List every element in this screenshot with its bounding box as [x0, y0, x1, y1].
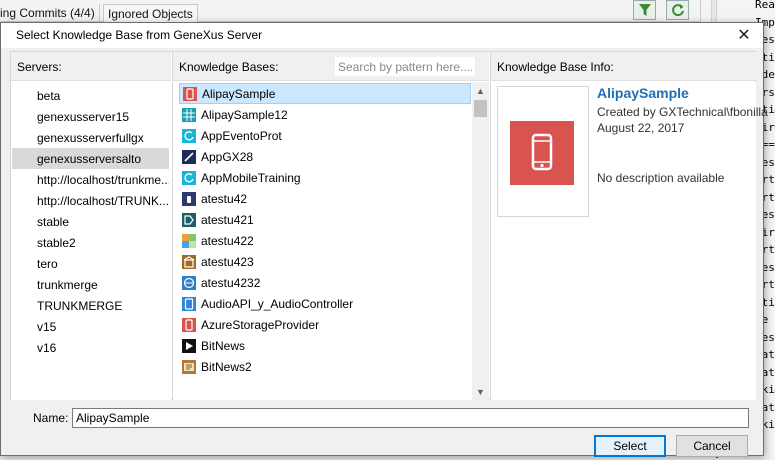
kb-scrollbar[interactable]: ▲ ▼ — [472, 82, 489, 400]
kb-image-tile — [510, 121, 574, 185]
scroll-up-button[interactable]: ▲ — [472, 82, 489, 99]
kb-list-item-label: AzureStorageProvider — [201, 317, 320, 332]
filter-button[interactable] — [633, 0, 656, 20]
server-list: beta genexusserver15 genexusserverfullgx ge… — [11, 82, 171, 400]
kb-list-item-label: AlipaySample12 — [201, 107, 288, 122]
name-row: Name: Select Cancel — [10, 406, 756, 457]
server-item[interactable]: stable — [12, 211, 169, 232]
server-item[interactable]: tero — [12, 253, 169, 274]
kb-list-item[interactable]: AudioAPI_y_AudioController — [179, 293, 471, 314]
tag-teal-icon — [182, 212, 196, 227]
kb-list-item-label: atestu421 — [201, 212, 254, 227]
dialog-titlebar: Select Knowledge Base from GeneXus Serve… — [1, 23, 763, 48]
kb-list-item-label: BitNews — [201, 338, 246, 353]
tab-commits[interactable]: ing Commits (4/4) — [0, 4, 100, 22]
close-button[interactable]: ✕ — [733, 25, 755, 45]
kb-list-item[interactable]: AppMobileTraining — [179, 167, 471, 188]
scroll-thumb[interactable] — [474, 100, 487, 117]
kb-search-input[interactable] — [335, 57, 475, 76]
server-item[interactable]: genexusserversalto — [12, 148, 169, 169]
servers-header-label: Servers: — [17, 60, 62, 74]
server-item[interactable]: TRUNKMERGE — [12, 295, 169, 316]
code-line: Readi — [755, 0, 775, 11]
cancel-button[interactable]: Cancel — [676, 435, 748, 457]
server-item[interactable]: v16 — [12, 337, 169, 358]
select-button[interactable]: Select — [594, 435, 666, 457]
kb-list-item[interactable]: atestu42 — [179, 188, 471, 209]
kb-list-item-label: AlipaySample — [202, 86, 276, 101]
kb-list-item-label: AudioAPI_y_AudioController — [201, 296, 354, 311]
tab-ignored-objects[interactable]: Ignored Objects — [103, 4, 198, 22]
kb-list-item[interactable]: AlipaySample12 — [179, 104, 471, 125]
phone-red-icon — [182, 317, 196, 332]
globe-blue-icon — [182, 275, 196, 290]
play-black-icon — [182, 338, 196, 353]
refresh-button[interactable] — [666, 0, 689, 20]
kb-list-item[interactable]: AppEventoProt — [179, 125, 471, 146]
server-item[interactable]: http://localhost/trunkme... — [12, 169, 169, 190]
kb-header: Knowledge Bases: — [172, 52, 489, 81]
kb-list-item-label: AppMobileTraining — [201, 170, 301, 185]
server-item[interactable]: http://localhost/TRUNK... — [12, 190, 169, 211]
kb-info-name: AlipaySample — [597, 85, 689, 101]
kb-info-pane: AlipaySample Created by GXTechnical\fbon… — [490, 82, 768, 400]
news-brown-icon — [182, 359, 196, 374]
name-input[interactable] — [72, 408, 749, 428]
servers-header: Servers: — [11, 52, 171, 81]
kb-header-label: Knowledge Bases: — [179, 60, 279, 74]
kb-list-item[interactable]: atestu423 — [179, 251, 471, 272]
dialog-title: Select Knowledge Base from GeneXus Serve… — [16, 28, 263, 42]
kb-list-item[interactable]: BitNews — [179, 335, 471, 356]
tablet-blue-icon — [182, 296, 196, 311]
grid-teal-icon — [182, 107, 196, 122]
server-item[interactable]: genexusserverfullgx — [12, 127, 169, 148]
server-item[interactable]: beta — [12, 85, 169, 106]
chevron-down-icon: ▼ — [476, 386, 485, 397]
kb-list-item-label: AppEventoProt — [201, 128, 282, 143]
kb-list-item[interactable]: AzureStorageProvider — [179, 314, 471, 335]
background-tab-strip: ing Commits (4/4) Ignored Objects — [0, 0, 700, 22]
kb-list: BitNews2 BitNews AzureStorageProvider Audio… — [172, 82, 489, 400]
close-icon: ✕ — [737, 27, 751, 44]
refresh-icon — [671, 4, 684, 17]
server-item[interactable]: genexusserver15 — [12, 106, 169, 127]
kb-list-item-label: atestu42 — [201, 191, 248, 206]
kb-list-item-label: AppGX28 — [201, 149, 254, 164]
kb-list-item[interactable]: AppGX28 — [179, 146, 471, 167]
kb-list-item[interactable]: atestu421 — [179, 209, 471, 230]
building-brown-icon — [182, 254, 196, 269]
kb-list-item[interactable]: atestu422 — [179, 230, 471, 251]
kb-list-item-label: atestu4232 — [201, 275, 261, 290]
pen-navy-icon — [182, 149, 196, 164]
sync-cyan-icon — [182, 170, 196, 185]
server-item[interactable]: v15 — [12, 316, 169, 337]
kb-list-item[interactable]: AlipaySample — [179, 83, 471, 104]
kb-info-description: No description available — [597, 171, 725, 185]
phone-icon — [531, 133, 553, 171]
cube-multicolor-icon — [182, 233, 196, 248]
kb-info-created-by: Created by GXTechnical\fbonilla — [597, 105, 768, 119]
kb-list-item-label: atestu422 — [201, 233, 254, 248]
kb-list-item[interactable]: atestu4232 — [179, 272, 471, 293]
filter-icon — [638, 4, 651, 16]
info-header: Knowledge Base Info: — [490, 52, 756, 81]
kb-list-item-label: atestu423 — [201, 254, 254, 269]
kb-list-item[interactable]: BitNews2 — [179, 356, 471, 377]
hand-navy-icon — [182, 191, 196, 206]
dialog-panes: Servers: Knowledge Bases: Knowledge Base… — [10, 51, 768, 400]
phone-red-icon — [183, 86, 197, 101]
kb-list-item-label: BitNews2 — [201, 359, 252, 374]
info-header-label: Knowledge Base Info: — [497, 60, 614, 74]
server-item[interactable]: stable2 — [12, 232, 169, 253]
name-label: Name: — [33, 411, 69, 425]
server-item[interactable]: trunkmerge — [12, 274, 169, 295]
scroll-down-button[interactable]: ▼ — [472, 383, 489, 400]
sync-cyan-icon — [182, 128, 196, 143]
select-kb-dialog: Select Knowledge Base from GeneXus Serve… — [0, 22, 768, 457]
kb-image — [497, 86, 589, 217]
chevron-up-icon: ▲ — [476, 85, 485, 96]
kb-info-date: August 22, 2017 — [597, 121, 685, 135]
